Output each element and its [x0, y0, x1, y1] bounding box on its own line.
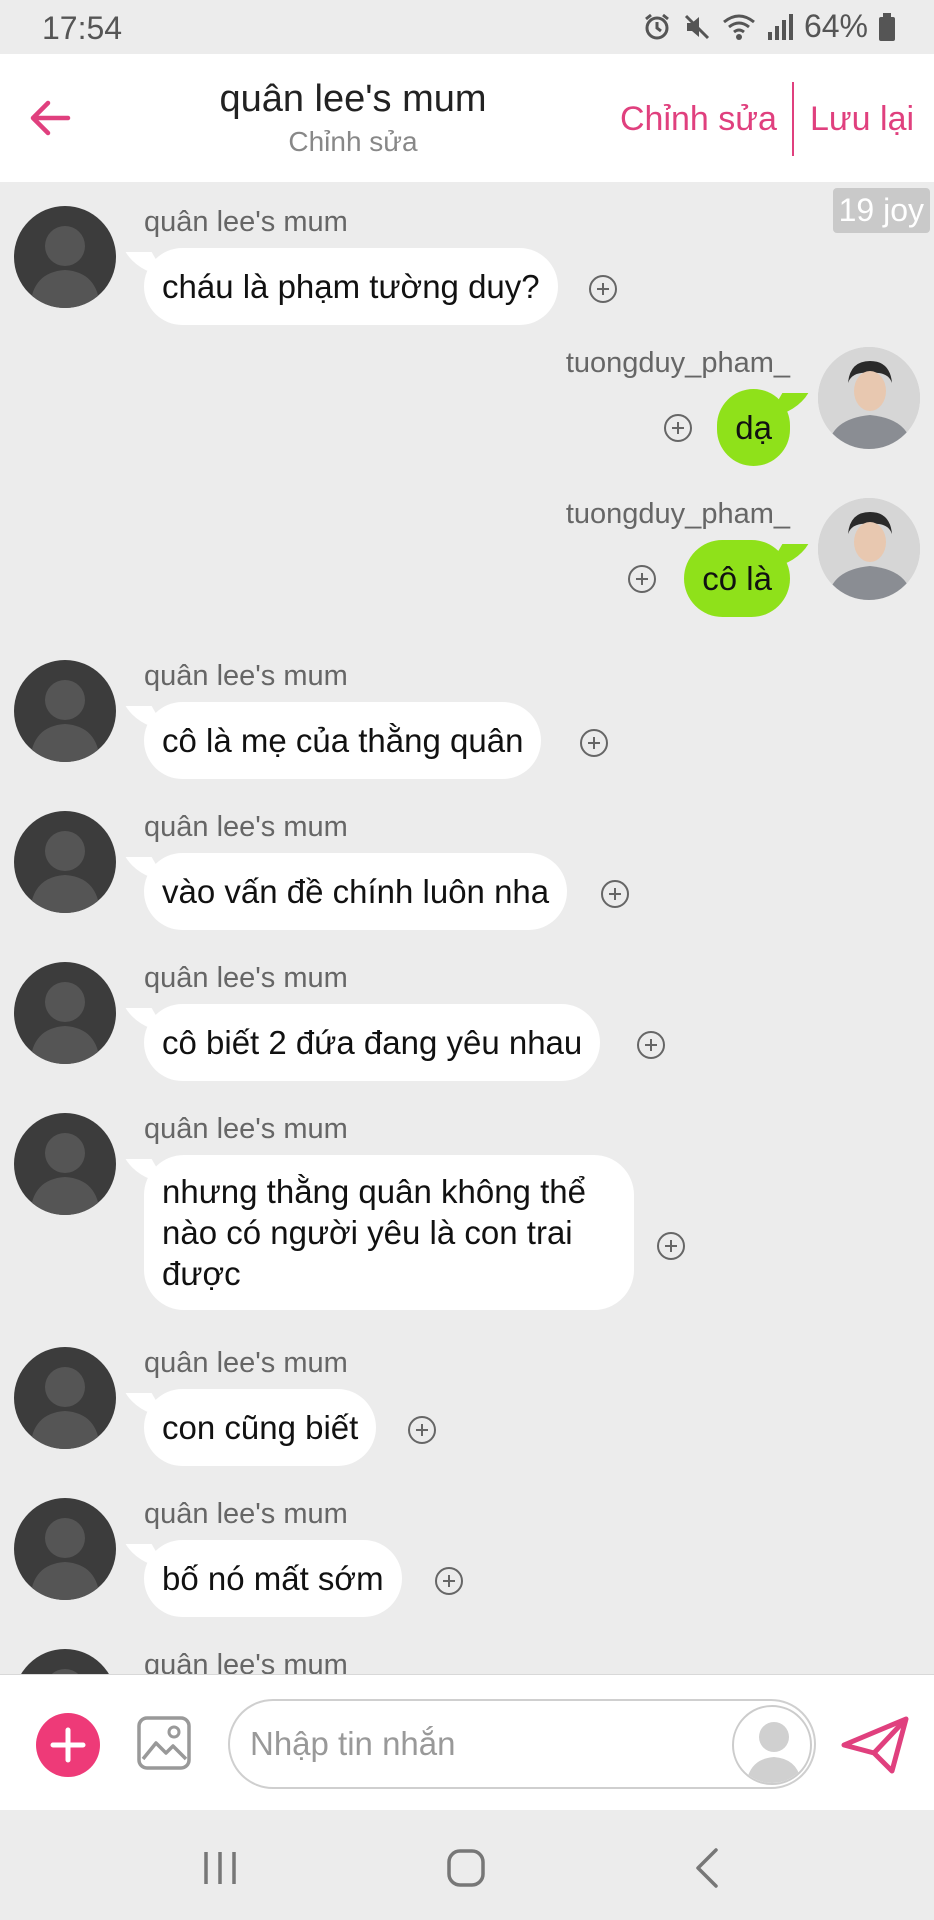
avatar[interactable] [818, 498, 920, 600]
message-bubble[interactable]: con cũng biết [144, 1389, 377, 1466]
react-plus-icon[interactable] [627, 564, 657, 594]
home-icon[interactable] [446, 1848, 486, 1888]
person-silhouette-icon [30, 1518, 100, 1600]
message-bubble[interactable]: vào vấn đề chính luôn nha [144, 853, 568, 930]
message-row: quân lee's mum con cũng biết [0, 1335, 934, 1466]
signal-icon [767, 13, 793, 40]
message-row: tuongduy_pham_ dạ [0, 347, 934, 467]
message-text: vào vấn đề chính luôn nha [162, 873, 550, 910]
edit-button[interactable]: Chỉnh sửa [620, 100, 777, 139]
sender-avatar-toggle[interactable] [732, 1705, 812, 1785]
message-list[interactable]: 19 joy quân lee's mum cháu là phạm tường… [0, 182, 934, 1674]
system-nav-bar [0, 1810, 934, 1920]
composer-bar [0, 1674, 934, 1810]
message-text: cô là [702, 560, 772, 597]
back-arrow-icon[interactable] [24, 92, 76, 144]
battery-icon [879, 12, 895, 41]
react-plus-icon[interactable] [656, 1231, 686, 1261]
alarm-icon [645, 13, 669, 39]
chat-subtitle: Chỉnh sửa [288, 126, 418, 157]
sender-name: quân lee's mum [144, 1498, 348, 1530]
message-row: tuongduy_pham_ cô là [0, 498, 934, 618]
send-icon[interactable] [840, 1715, 910, 1775]
message-row: quân lee's mum cháu là phạm tường duy? [0, 194, 934, 325]
react-plus-icon[interactable] [588, 274, 618, 304]
sender-name: tuongduy_pham_ [565, 498, 790, 530]
sender-name: tuongduy_pham_ [565, 347, 790, 379]
message-bubble[interactable]: cô là mẹ của thằng quân [144, 702, 542, 779]
message-text: cháu là phạm tường duy? [162, 268, 540, 305]
react-plus-icon[interactable] [579, 728, 609, 758]
user-photo-icon [818, 347, 920, 449]
plus-icon [50, 1727, 86, 1763]
message-bubble[interactable]: cháu là phạm tường duy? [144, 248, 558, 325]
person-silhouette-icon [30, 1133, 100, 1215]
message-row: quân lee's mum vào vấn đề chính luôn nha [0, 799, 934, 930]
message-bubble[interactable]: dạ [717, 389, 790, 466]
person-silhouette-icon [30, 226, 100, 308]
person-silhouette-icon [51, 1669, 79, 1674]
message-bubble[interactable]: nhưng thằng quân không thể nào có người … [144, 1155, 634, 1310]
battery-percent: 64% [803, 8, 868, 44]
sender-name: quân lee's mum [144, 206, 348, 238]
react-plus-icon[interactable] [600, 879, 630, 909]
sender-name: quân lee's mum [144, 1649, 348, 1674]
sender-name: quân lee's mum [144, 962, 348, 994]
person-silhouette-icon [30, 1367, 100, 1449]
message-text: dạ [735, 409, 772, 446]
avatar[interactable] [14, 1649, 116, 1674]
recents-icon[interactable] [200, 1848, 240, 1888]
message-row: quân lee's mum nhưng thằng quân không th… [0, 1101, 934, 1310]
avatar[interactable] [14, 1347, 116, 1449]
avatar[interactable] [14, 962, 116, 1064]
message-text: cô là mẹ của thằng quân [162, 722, 524, 759]
message-text: con cũng biết [162, 1409, 359, 1446]
person-silhouette-icon [30, 831, 100, 913]
add-button[interactable] [36, 1713, 100, 1777]
sender-name: quân lee's mum [144, 660, 348, 692]
chat-title: quân lee's mum [219, 78, 487, 120]
person-silhouette-icon [30, 982, 100, 1064]
message-row: quân lee's mum [0, 1637, 934, 1674]
react-plus-icon[interactable] [663, 413, 693, 443]
message-text: bố nó mất sớm [162, 1560, 384, 1597]
message-text: cô biết 2 đứa đang yêu nhau [162, 1024, 583, 1061]
mute-icon [684, 14, 710, 39]
react-plus-icon[interactable] [434, 1566, 464, 1596]
person-silhouette-icon [30, 680, 100, 762]
react-plus-icon[interactable] [407, 1415, 437, 1445]
avatar[interactable] [14, 1113, 116, 1215]
message-row: quân lee's mum cô là mẹ của thằng quân [0, 648, 934, 779]
avatar[interactable] [14, 206, 116, 308]
image-icon[interactable] [136, 1715, 192, 1771]
message-text: nhưng thằng quân không thể nào có người … [162, 1173, 586, 1292]
message-row: quân lee's mum cô biết 2 đứa đang yêu nh… [0, 950, 934, 1081]
avatar[interactable] [14, 660, 116, 762]
header-divider [792, 82, 794, 156]
user-photo-icon [818, 498, 920, 600]
message-row: quân lee's mum bố nó mất sớm [0, 1486, 934, 1617]
sender-name: quân lee's mum [144, 811, 348, 843]
chat-header: quân lee's mum Chỉnh sửa Chỉnh sửa Lưu l… [0, 54, 934, 182]
message-bubble[interactable]: cô là [684, 540, 790, 617]
nav-back-icon[interactable] [692, 1846, 722, 1890]
wifi-icon [723, 14, 755, 40]
status-icons: 64% [642, 8, 896, 45]
avatar[interactable] [14, 1498, 116, 1600]
message-input[interactable] [228, 1699, 816, 1789]
status-time: 17:54 [42, 10, 123, 46]
save-button[interactable]: Lưu lại [810, 100, 914, 139]
avatar[interactable] [818, 347, 920, 449]
title-block: quân lee's mum Chỉnh sửa [150, 76, 556, 160]
status-bar: 17:54 64% [0, 0, 934, 54]
sender-name: quân lee's mum [144, 1113, 348, 1145]
message-bubble[interactable]: bố nó mất sớm [144, 1540, 402, 1617]
message-bubble[interactable]: cô biết 2 đứa đang yêu nhau [144, 1004, 601, 1081]
avatar[interactable] [14, 811, 116, 913]
sender-name: quân lee's mum [144, 1347, 348, 1379]
react-plus-icon[interactable] [636, 1030, 666, 1060]
